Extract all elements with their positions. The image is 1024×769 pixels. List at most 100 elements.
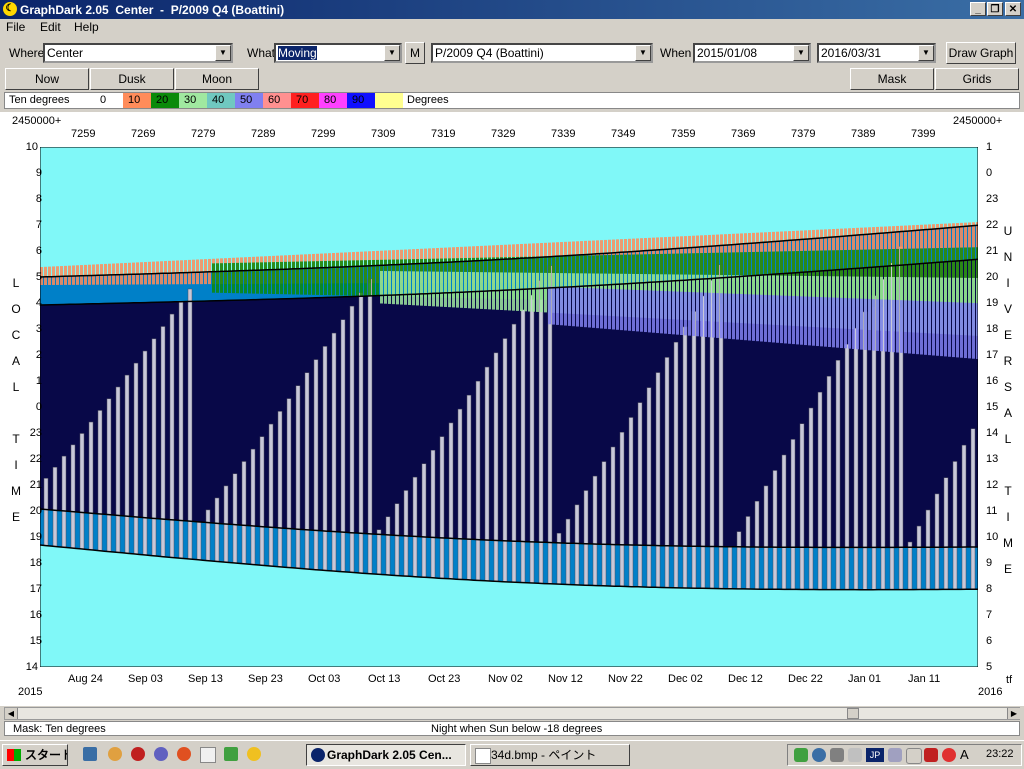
scroll-thumb[interactable] bbox=[847, 708, 859, 719]
m-button[interactable]: M bbox=[405, 42, 425, 64]
altitude-band-stripe bbox=[348, 260, 351, 296]
maximize-button[interactable]: ❐ bbox=[987, 2, 1003, 16]
menu-edit[interactable]: Edit bbox=[40, 20, 61, 34]
quicklaunch-desktop-icon[interactable] bbox=[83, 747, 97, 761]
end-date-dropdown-icon[interactable]: ▼ bbox=[918, 45, 934, 61]
legend-swatch bbox=[375, 93, 403, 108]
altitude-band-stripe bbox=[916, 300, 919, 355]
legend-swatch: 20 bbox=[151, 93, 179, 108]
local-time-letter: M bbox=[11, 484, 21, 498]
graphdark-task-icon bbox=[311, 748, 325, 762]
altitude-band-stripe bbox=[920, 300, 923, 355]
moonlight-bar bbox=[214, 497, 220, 562]
altitude-band-stripe bbox=[80, 265, 83, 285]
moonlight-bar bbox=[907, 541, 913, 590]
where-dropdown-icon[interactable]: ▼ bbox=[215, 45, 231, 61]
altitude-band-stripe bbox=[844, 298, 847, 349]
moonlight-bar bbox=[178, 301, 184, 559]
what-dropdown-icon[interactable]: ▼ bbox=[384, 45, 400, 61]
moonlight-bar bbox=[376, 529, 382, 575]
moonlight-bar bbox=[574, 504, 580, 586]
quicklaunch-firefox-icon[interactable] bbox=[177, 747, 191, 761]
task-graphdark[interactable]: GraphDark 2.05 Cen... bbox=[306, 744, 466, 766]
left-hour-tick: 2 bbox=[35, 349, 42, 361]
altitude-band-stripe bbox=[288, 261, 291, 295]
menu-file[interactable]: File bbox=[6, 20, 25, 34]
now-button[interactable]: Now bbox=[5, 68, 89, 90]
quicklaunch-notepad-icon[interactable] bbox=[200, 747, 216, 763]
tray-zonealarm-icon[interactable] bbox=[924, 748, 938, 762]
task-graphdark-label: GraphDark 2.05 Cen... bbox=[327, 748, 452, 762]
altitude-band-stripe bbox=[668, 291, 671, 335]
altitude-band-stripe bbox=[552, 286, 555, 325]
tray-device-icon[interactable] bbox=[830, 748, 844, 762]
altitude-band-stripe bbox=[328, 260, 331, 296]
quicklaunch-browser-icon[interactable] bbox=[108, 747, 122, 761]
scroll-right-icon[interactable]: ▶ bbox=[1007, 708, 1020, 719]
tray-network-icon[interactable] bbox=[794, 748, 808, 762]
moon-button[interactable]: Moon bbox=[175, 68, 259, 90]
quicklaunch-mail-icon[interactable] bbox=[154, 747, 168, 761]
altitude-band-stripe bbox=[700, 292, 703, 337]
moonlight-bar bbox=[835, 360, 841, 590]
altitude-band-stripe bbox=[704, 292, 707, 337]
altitude-band-stripe bbox=[76, 265, 79, 285]
right-hour-tick: 20 bbox=[986, 271, 999, 283]
altitude-band-stripe bbox=[564, 287, 567, 326]
where-select[interactable]: Center bbox=[43, 43, 233, 63]
moonlight-bar bbox=[673, 341, 679, 588]
task-paint[interactable]: 34d.bmp - ペイント bbox=[470, 744, 630, 766]
altitude-band-stripe bbox=[384, 271, 387, 304]
tray-alert-icon[interactable] bbox=[942, 748, 956, 762]
tray-a-icon[interactable]: A bbox=[960, 747, 969, 762]
moonlight-bar bbox=[799, 423, 805, 590]
app-icon[interactable]: ☾ bbox=[3, 2, 17, 16]
altitude-band-stripe bbox=[220, 263, 223, 293]
altitude-band-stripe bbox=[892, 299, 895, 353]
tray-display-icon[interactable] bbox=[906, 748, 922, 764]
draw-graph-button[interactable]: Draw Graph bbox=[946, 42, 1016, 64]
altitude-band-stripe bbox=[796, 296, 799, 345]
close-button[interactable]: ✕ bbox=[1005, 2, 1021, 16]
object-dropdown-icon[interactable]: ▼ bbox=[635, 45, 651, 61]
moonlight-bar bbox=[115, 386, 121, 553]
moonlight-bar bbox=[61, 455, 67, 548]
quicklaunch-opera-icon[interactable] bbox=[131, 747, 145, 761]
tray-usb-icon[interactable] bbox=[848, 748, 862, 762]
color-legend: Ten degrees 0 10 20 30 40 50 60 70 80 90 Degrees bbox=[4, 92, 1020, 109]
scroll-left-icon[interactable]: ◀ bbox=[5, 708, 18, 719]
date-tick: Oct 13 bbox=[368, 673, 401, 685]
altitude-band-stripe bbox=[800, 296, 803, 345]
altitude-band-stripe bbox=[740, 294, 743, 340]
altitude-band-stripe bbox=[68, 265, 71, 285]
quicklaunch-music-icon[interactable] bbox=[224, 747, 238, 761]
altitude-band-stripe bbox=[788, 295, 791, 344]
start-date-dropdown-icon[interactable]: ▼ bbox=[793, 45, 809, 61]
tray-update-icon[interactable] bbox=[812, 748, 826, 762]
menu-help[interactable]: Help bbox=[74, 20, 99, 34]
tray-ime-icon[interactable]: JP bbox=[866, 748, 884, 762]
quicklaunch-media-icon[interactable] bbox=[247, 747, 261, 761]
minimize-button[interactable]: _ bbox=[970, 2, 986, 16]
right-hour-tick: 13 bbox=[986, 453, 999, 465]
altitude-band-stripe bbox=[832, 297, 835, 348]
dusk-button[interactable]: Dusk bbox=[90, 68, 174, 90]
object-select[interactable]: P/2009 Q4 (Boattini) bbox=[431, 43, 653, 63]
mask-button[interactable]: Mask bbox=[850, 68, 934, 90]
altitude-band-stripe bbox=[568, 287, 571, 326]
left-hour-tick: 7 bbox=[35, 219, 42, 231]
universal-time-letter: E bbox=[1003, 328, 1012, 342]
tray-keyboard-icon[interactable] bbox=[888, 748, 902, 762]
clock[interactable]: 23:22 bbox=[986, 748, 1014, 760]
what-select[interactable]: Moving bbox=[274, 43, 402, 63]
start-button[interactable]: スタート bbox=[2, 744, 68, 766]
left-hour-tick: 20 bbox=[29, 505, 42, 517]
left-hour-tick: 14 bbox=[25, 661, 38, 673]
grids-button[interactable]: Grids bbox=[935, 68, 1019, 90]
horizontal-scrollbar[interactable]: ◀ ▶ bbox=[4, 707, 1020, 720]
universal-time-letter: M bbox=[1003, 536, 1013, 550]
altitude-band-stripe bbox=[236, 262, 239, 294]
altitude-band-stripe bbox=[952, 302, 955, 358]
altitude-band-stripe bbox=[728, 293, 731, 339]
date-tick: Dec 22 bbox=[788, 673, 823, 685]
